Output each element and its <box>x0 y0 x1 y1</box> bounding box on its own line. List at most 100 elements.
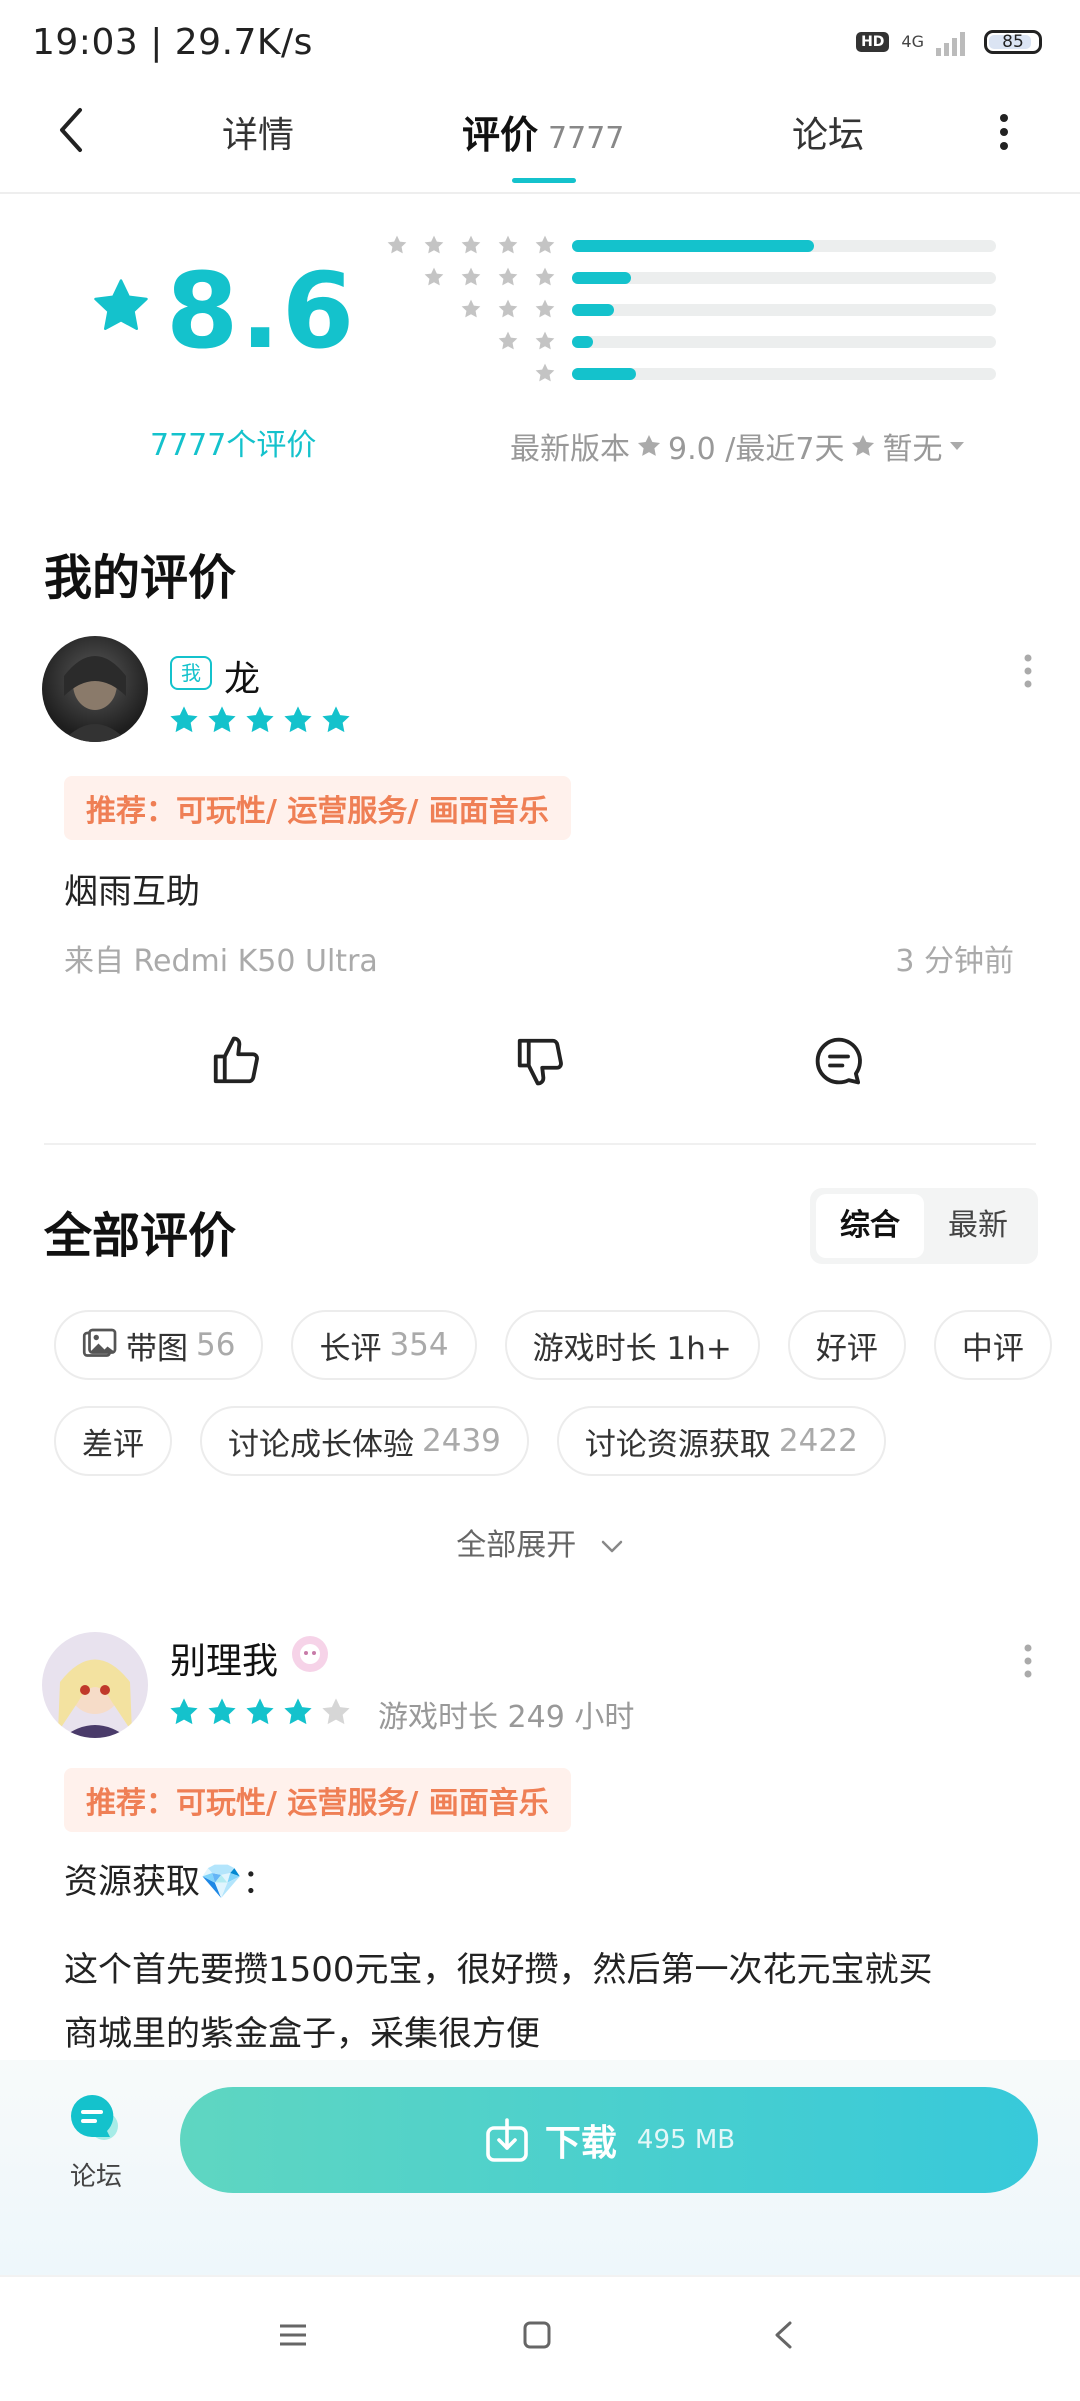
me-badge: 我 <box>170 656 212 690</box>
tab-forum[interactable]: 论坛 <box>792 106 864 158</box>
star-icon <box>208 1698 236 1725</box>
filter-label: 讨论成长体验 <box>228 1426 414 1463</box>
filter-label: 带图 <box>126 1330 188 1367</box>
system-back-icon[interactable] <box>772 2320 794 2350</box>
more-options-icon[interactable] <box>1022 654 1034 688</box>
rating-bar-fill <box>572 304 615 316</box>
star-icon <box>498 235 518 254</box>
star-icon <box>208 706 236 733</box>
tab-reviews-count: 7777 <box>548 121 625 156</box>
network-indicator: 4G <box>901 34 924 50</box>
star-icon <box>461 235 481 254</box>
my-avatar[interactable] <box>42 636 148 742</box>
image-icon <box>82 1328 117 1357</box>
user-badge-icon <box>292 1636 328 1672</box>
like-icon[interactable] <box>208 1034 264 1088</box>
rating-count: 7777个评价 <box>150 428 317 463</box>
tab-details[interactable]: 详情 <box>222 106 294 158</box>
star-icon <box>246 706 274 733</box>
filter-label: 讨论资源获取 <box>584 1426 771 1463</box>
avatar-figure <box>62 656 128 742</box>
filter-chip-resources[interactable]: 讨论资源获取 2422 <box>556 1406 886 1476</box>
battery-level: 85 <box>1002 32 1024 52</box>
filter-label: 中评 <box>961 1330 1024 1367</box>
filter-count: 2439 <box>422 1423 501 1459</box>
filter-chip-negative[interactable]: 差评 <box>54 1406 172 1476</box>
download-button[interactable]: 下载 495 MB <box>180 2087 1038 2193</box>
star-icon <box>284 706 312 733</box>
rating-distribution <box>382 234 1002 394</box>
sort-comprehensive[interactable]: 综合 <box>816 1194 924 1258</box>
rating-bar-fill <box>572 240 814 252</box>
star-icon <box>322 706 350 733</box>
star-icon <box>246 1698 274 1725</box>
avatar-figure <box>58 1659 132 1738</box>
score-value: 8.6 <box>166 250 357 372</box>
comment-icon[interactable] <box>812 1034 866 1088</box>
tab-reviews-label: 评价 <box>462 113 539 157</box>
star-icon <box>387 235 407 254</box>
filter-row-2: 差评 讨论成长体验 2439 讨论资源获取 2422 <box>54 1406 886 1476</box>
signal-icon <box>936 32 965 56</box>
filter-chip-images[interactable]: 带图 56 <box>54 1310 264 1380</box>
star-icon <box>170 1698 198 1725</box>
rating-bar-track <box>572 368 996 380</box>
active-tab-indicator <box>512 178 576 183</box>
download-icon <box>486 2118 528 2162</box>
status-time: 19:03 | 29.7K/s <box>32 22 313 63</box>
filter-chip-positive[interactable]: 好评 <box>787 1310 906 1380</box>
forum-icon[interactable] <box>68 2092 122 2144</box>
recents-menu-icon[interactable] <box>278 2322 308 2348</box>
rating-bar-fill <box>572 368 636 380</box>
star-icon <box>535 331 555 350</box>
star-icon <box>424 267 444 286</box>
recent-score: 暂无 <box>882 432 943 467</box>
download-size: 495 MB <box>636 2125 736 2155</box>
star-icon <box>852 434 875 456</box>
score-star-icon <box>94 279 148 330</box>
filter-chip-neutral[interactable]: 中评 <box>933 1310 1052 1380</box>
filter-row-1: 带图 56 长评 354 游戏时长 1h+ 好评 中评 <box>54 1310 1052 1380</box>
battery-icon: 85 <box>984 30 1042 54</box>
rating-bar-track <box>572 272 996 284</box>
filter-chip-growth[interactable]: 讨论成长体验 2439 <box>200 1406 529 1476</box>
star-icon <box>535 299 555 318</box>
reviewer-avatar[interactable] <box>42 1632 148 1738</box>
star-icon <box>498 267 518 286</box>
review-time: 3 分钟前 <box>895 944 1014 979</box>
back-arrow-icon[interactable] <box>56 106 86 154</box>
tab-reviews[interactable]: 评价 7777 <box>462 104 624 159</box>
star-icon <box>535 267 555 286</box>
star-icon <box>284 1698 312 1725</box>
status-icons: HD 4G 85 <box>856 28 1042 56</box>
latest-version-score: 9.0 /最近7天 <box>668 432 845 467</box>
filter-label: 游戏时长 1h+ <box>532 1330 732 1367</box>
chevron-down-icon <box>950 442 965 450</box>
star-icon <box>498 331 518 350</box>
star-icon <box>498 299 518 318</box>
more-options-icon[interactable] <box>1022 1644 1034 1678</box>
filter-label: 长评 <box>319 1330 382 1367</box>
recommend-tag: 推荐：可玩性/ 运营服务/ 画面音乐 <box>64 776 571 840</box>
rating-bar-track <box>572 304 996 316</box>
sort-toggle: 综合 最新 <box>810 1188 1038 1264</box>
rating-bar-fill <box>572 272 632 284</box>
reviewer-star-rating <box>168 1696 352 1728</box>
filter-chip-long-review[interactable]: 长评 354 <box>291 1310 477 1380</box>
reviewer-playtime: 游戏时长 249 小时 <box>378 1700 635 1735</box>
expand-all-button[interactable]: 全部展开 <box>0 1520 1080 1564</box>
version-score-line[interactable]: 最新版本 9.0 /最近7天 暂无 <box>510 424 966 468</box>
expand-all-label: 全部展开 <box>456 1528 577 1563</box>
review-heading: 资源获取💎： <box>64 1862 277 1902</box>
more-menu-icon[interactable] <box>998 112 1010 152</box>
filter-count: 56 <box>196 1327 236 1363</box>
home-icon[interactable] <box>522 2320 552 2350</box>
sort-latest[interactable]: 最新 <box>924 1194 1032 1258</box>
dislike-icon[interactable] <box>512 1034 568 1088</box>
reviewer-username: 别理我 <box>170 1641 279 1682</box>
chevron-down-icon <box>601 1540 623 1552</box>
review-content-line-1: 这个首先要攒1500元宝，很好攒，然后第一次花元宝就买 <box>64 1950 933 1990</box>
my-star-rating <box>168 704 352 736</box>
recommend-tag: 推荐：可玩性/ 运营服务/ 画面音乐 <box>64 1768 571 1832</box>
filter-chip-playtime[interactable]: 游戏时长 1h+ <box>504 1310 760 1380</box>
